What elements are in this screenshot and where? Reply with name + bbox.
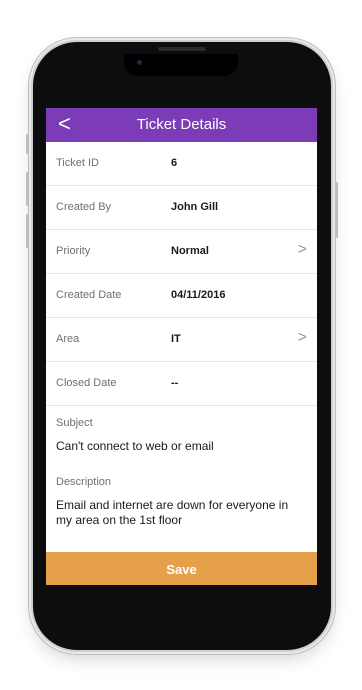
header-bar: < Ticket Details [46,108,317,142]
field-created-by: Created By John Gill [46,186,317,230]
chevron-right-icon[interactable]: > [298,329,307,347]
field-label: Priority [56,245,91,257]
description-input[interactable]: Email and internet are down for everyone… [56,498,307,528]
field-area[interactable]: Area IT > [46,318,317,362]
field-label: Ticket ID [56,157,99,169]
phone-frame: < Ticket Details Ticket ID 6 Created By … [26,42,338,650]
ticket-fields: Ticket ID 6 Created By John Gill Priorit… [46,142,317,406]
field-label: Created Date [56,289,122,301]
field-value: IT [171,333,181,345]
phone-side-button [26,134,29,154]
field-label: Closed Date [56,377,117,389]
field-value: Normal [171,245,209,257]
subject-label: Subject [56,417,93,429]
phone-volume-up [26,172,29,206]
phone-volume-down [26,214,29,248]
speaker-grille [158,47,206,51]
camera-icon [137,60,142,65]
field-label: Area [56,333,80,345]
description-section: Description Email and internet are down … [46,454,317,528]
app-screen: < Ticket Details Ticket ID 6 Created By … [46,108,317,585]
page-title: Ticket Details [136,116,227,133]
field-value: 04/11/2016 [171,289,226,301]
field-value: -- [171,377,179,389]
phone-power-button [335,182,338,238]
notch [124,54,238,76]
field-priority[interactable]: Priority Normal > [46,230,317,274]
description-label: Description [56,476,112,488]
field-value: 6 [171,157,178,169]
field-created-date: Created Date 04/11/2016 [46,274,317,318]
subject-input[interactable]: Can't connect to web or email [56,439,307,454]
save-button[interactable]: Save [46,552,317,585]
field-ticket-id: Ticket ID 6 [46,142,317,186]
field-value: John Gill [171,201,219,213]
subject-section: Subject Can't connect to web or email [46,406,317,454]
chevron-right-icon[interactable]: > [298,241,307,259]
field-closed-date: Closed Date -- [46,362,317,406]
field-label: Created By [56,201,112,213]
